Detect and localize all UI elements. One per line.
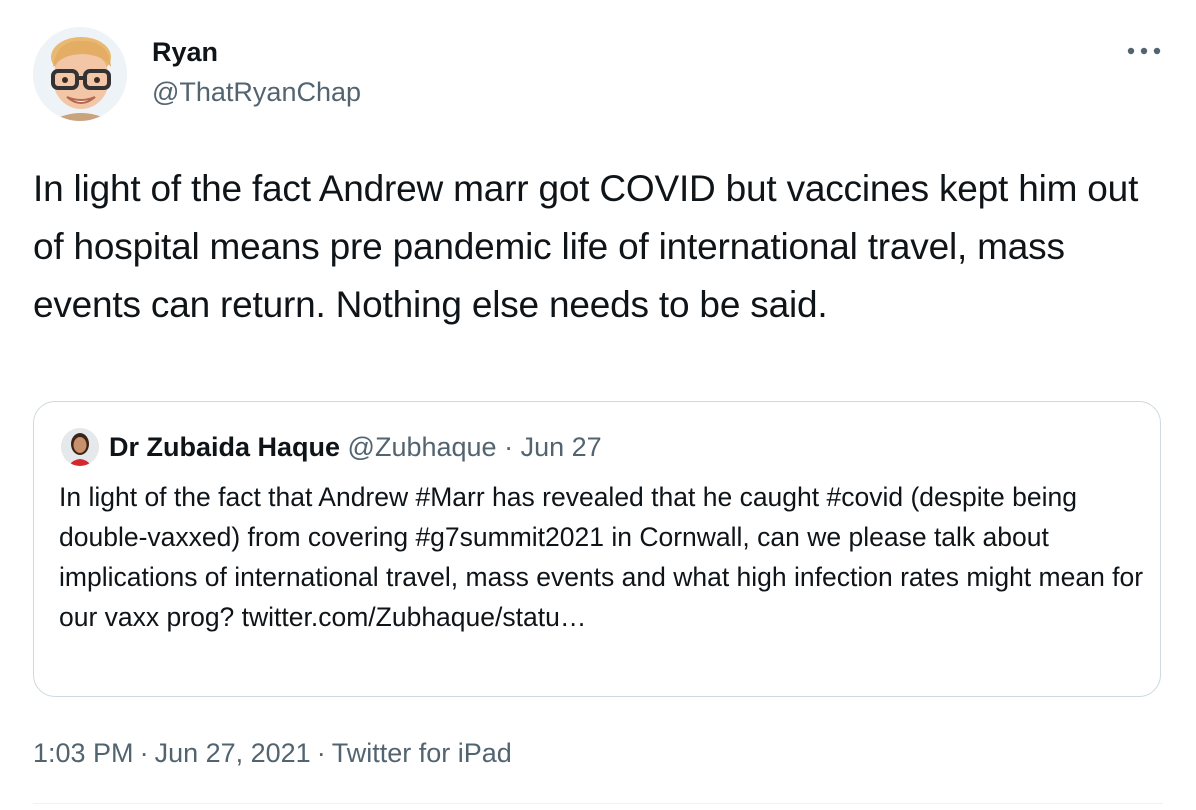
quoted-author-avatar-icon bbox=[61, 428, 99, 466]
footer-separator-2: · bbox=[316, 738, 326, 768]
tweet-source[interactable]: Twitter for iPad bbox=[332, 738, 512, 768]
quoted-separator: · bbox=[504, 432, 514, 462]
divider bbox=[33, 803, 1163, 804]
tweet: Ryan @ThatRyanChap In light of the fact … bbox=[0, 0, 1196, 810]
quoted-date: Jun 27 bbox=[520, 432, 602, 462]
tweet-text: In light of the fact Andrew marr got COV… bbox=[33, 168, 1139, 325]
quoted-tweet-text: In light of the fact that Andrew #Marr h… bbox=[59, 482, 1144, 632]
tweet-timestamp-time[interactable]: 1:03 PM bbox=[33, 738, 134, 768]
quoted-author-handle: @Zubhaque bbox=[347, 432, 497, 462]
quoted-tweet-card[interactable]: Dr Zubaida Haque @Zubhaque · Jun 27 In l… bbox=[33, 401, 1161, 697]
memoji-avatar-icon bbox=[33, 27, 127, 121]
author-display-name[interactable]: Ryan bbox=[152, 36, 218, 68]
quoted-author-avatar[interactable] bbox=[61, 428, 99, 466]
quoted-tweet-header: Dr Zubaida Haque @Zubhaque · Jun 27 bbox=[109, 430, 602, 464]
more-horizontal-icon bbox=[1127, 47, 1161, 55]
quoted-author-display-name: Dr Zubaida Haque bbox=[109, 432, 341, 462]
author-handle[interactable]: @ThatRyanChap bbox=[152, 76, 361, 108]
footer-separator: · bbox=[139, 738, 149, 768]
tweet-footer: 1:03 PM · Jun 27, 2021 · Twitter for iPad bbox=[33, 735, 512, 771]
tweet-timestamp-date[interactable]: Jun 27, 2021 bbox=[155, 738, 311, 768]
author-avatar[interactable] bbox=[33, 27, 127, 121]
more-options-button[interactable] bbox=[1122, 34, 1166, 68]
